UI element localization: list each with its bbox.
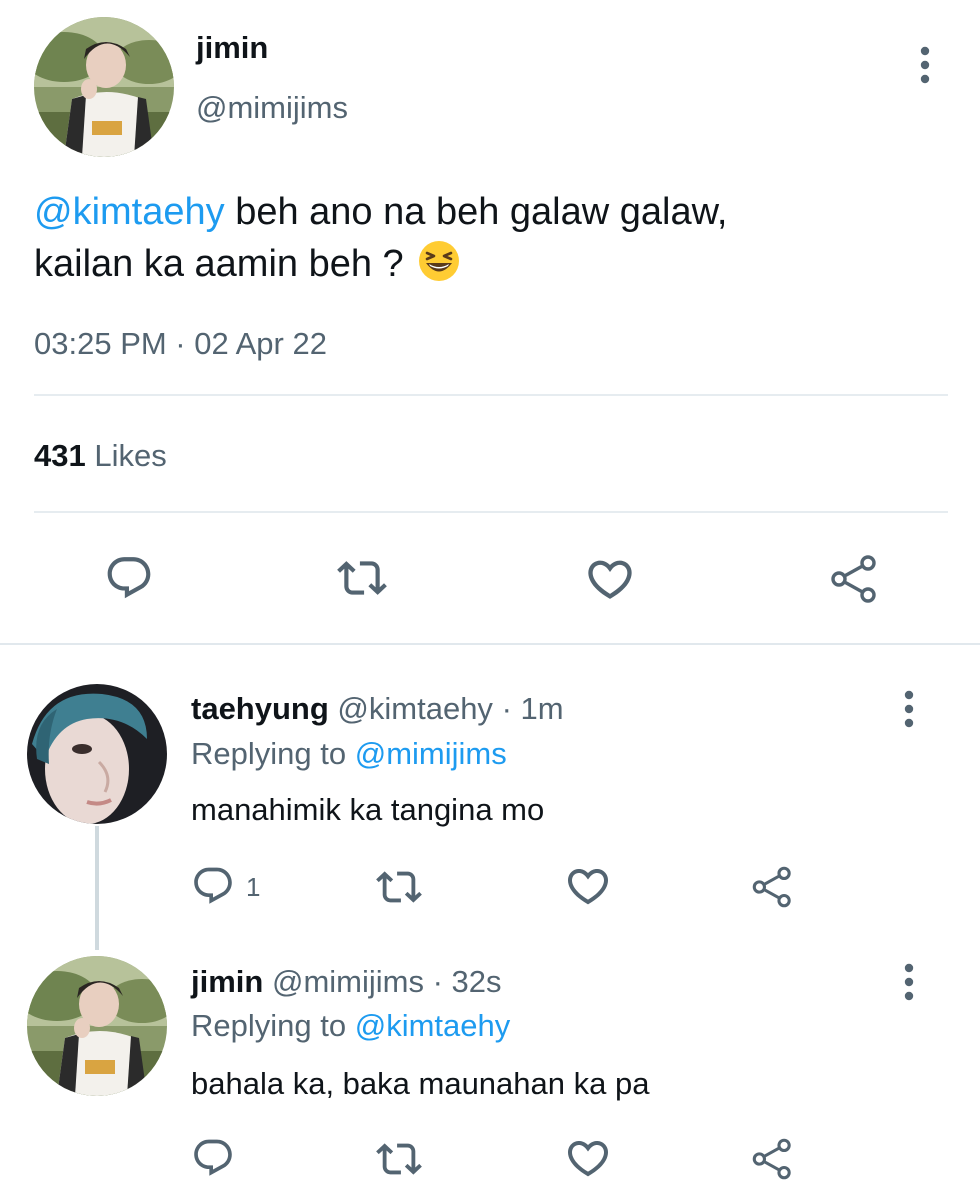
reply-time[interactable]: · 32s [433,964,502,999]
reply-icon[interactable] [191,1136,235,1180]
likes-stat[interactable]: 431 Likes [34,436,167,476]
retweet-icon[interactable] [337,553,387,603]
like-icon[interactable] [564,1134,612,1182]
divider [34,511,948,513]
like-icon[interactable] [564,862,612,910]
likes-label: Likes [94,438,167,473]
likes-count: 431 [34,438,86,473]
share-icon[interactable] [828,552,882,606]
thread-line [95,826,99,950]
tweet-text-line2: kailan ka aamin beh ? [34,243,404,285]
replying-to-label: Replying to [191,1008,347,1043]
reply-time[interactable]: · 1m [502,691,564,726]
replying-to-handle[interactable]: @mimijims [355,736,507,771]
tweet-timestamp[interactable]: 03:25 PM · 02 Apr 22 [34,324,327,364]
replying-to: Replying to @kimtaehy [191,1006,510,1046]
avatar-taehyung[interactable] [27,684,167,824]
author-handle[interactable]: @mimijims [196,88,348,128]
reply-text: manahimik ka tangina mo [191,792,545,827]
more-options-icon[interactable] [894,962,924,1002]
retweet-icon[interactable] [376,1136,422,1182]
reply-author-name[interactable]: jimin [191,964,263,999]
tweet-text-line1: beh ano na beh galaw galaw, [224,191,728,233]
avatar-jimin[interactable] [34,17,174,157]
reply-icon[interactable] [104,553,154,603]
reply-header: taehyung @kimtaehy · 1m [191,689,564,729]
replying-to-handle[interactable]: @kimtaehy [355,1008,511,1043]
mention-link[interactable]: @kimtaehy [34,191,225,233]
replying-to: Replying to @mimijims [191,734,507,774]
reply-author-handle[interactable]: @kimtaehy [337,691,493,726]
reply-count: 1 [246,872,261,902]
more-options-icon[interactable] [894,689,924,729]
section-divider [0,643,980,645]
like-icon[interactable] [584,553,636,605]
retweet-icon[interactable] [376,864,422,910]
reply-header: jimin @mimijims · 32s [191,962,502,1002]
replying-to-label: Replying to [191,736,347,771]
more-options-icon[interactable] [910,45,940,85]
author-name[interactable]: jimin [196,28,268,68]
reply-author-name[interactable]: taehyung [191,691,329,726]
avatar-jimin[interactable] [27,956,167,1096]
tweet-text: @kimtaehy beh ano na beh galaw galaw, ka… [34,186,914,296]
divider [34,394,948,396]
share-icon[interactable] [750,864,796,910]
grinning-squinting-face-icon [418,240,460,296]
reply-text: bahala ka, baka maunahan ka pa [191,1066,650,1101]
reply-author-handle[interactable]: @mimijims [272,964,424,999]
share-icon[interactable] [750,1136,796,1182]
reply-icon[interactable] [191,864,235,908]
